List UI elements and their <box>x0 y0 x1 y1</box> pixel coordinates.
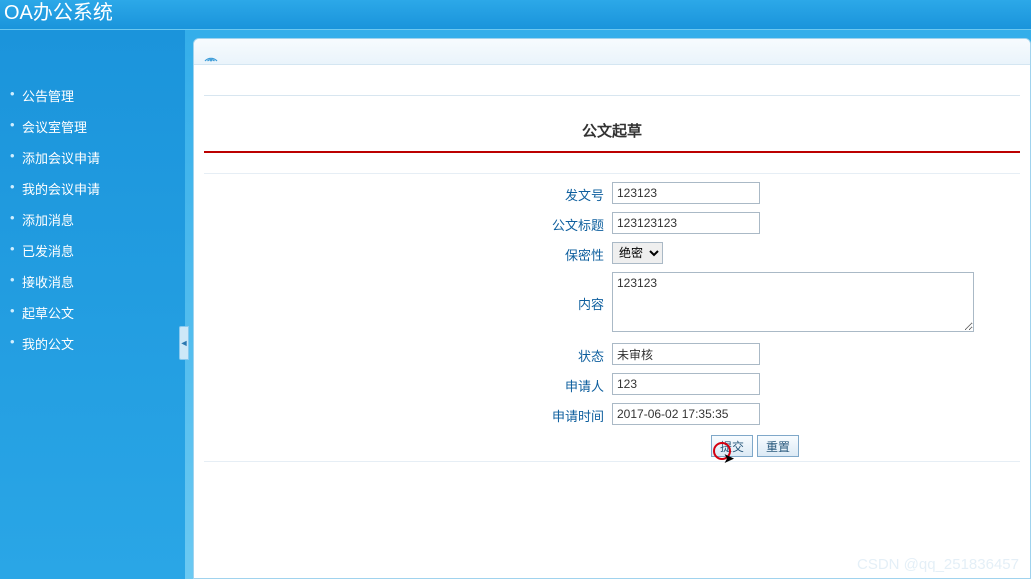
page-title: 公文起草 <box>204 96 1020 151</box>
sidebar-item-add-message[interactable]: 添加消息 <box>0 204 185 235</box>
sidebar-collapse-handle[interactable]: ◄ <box>179 326 189 360</box>
input-status[interactable] <box>612 343 760 365</box>
sidebar-item-announcement[interactable]: 公告管理 <box>0 80 185 111</box>
submit-button[interactable]: 提交 <box>711 435 753 457</box>
input-apply-time[interactable] <box>612 403 760 425</box>
app-title: OA办公系统 <box>4 2 113 24</box>
reset-button[interactable]: 重置 <box>757 435 799 457</box>
sidebar-item-add-meeting[interactable]: 添加会议申请 <box>0 142 185 173</box>
label-apply-time: 申请时间 <box>204 403 612 425</box>
input-doc-number[interactable] <box>612 182 760 204</box>
textarea-content[interactable] <box>612 272 974 332</box>
label-secrecy: 保密性 <box>204 242 612 264</box>
sidebar-item-receive-message[interactable]: 接收消息 <box>0 266 185 297</box>
rss-icon <box>204 50 218 60</box>
sidebar-item-sent-message[interactable]: 已发消息 <box>0 235 185 266</box>
input-applicant[interactable] <box>612 373 760 395</box>
label-content: 内容 <box>204 294 612 313</box>
sidebar-item-meeting-room[interactable]: 会议室管理 <box>0 111 185 142</box>
label-applicant: 申请人 <box>204 373 612 395</box>
label-doc-title: 公文标题 <box>204 212 612 234</box>
panel-tabbar <box>194 39 1030 65</box>
sidebar: 公告管理 会议室管理 添加会议申请 我的会议申请 添加消息 已发消息 接收消息 … <box>0 30 185 579</box>
app-header: OA办公系统 <box>0 0 1031 30</box>
sidebar-item-my-doc[interactable]: 我的公文 <box>0 328 185 359</box>
watermark: CSDN @qq_251836457 <box>857 556 1019 573</box>
label-status: 状态 <box>204 343 612 365</box>
title-underline <box>204 151 1020 153</box>
label-doc-number: 发文号 <box>204 182 612 204</box>
draft-form: 发文号 公文标题 保密性 绝密 <box>204 173 1020 462</box>
select-secrecy[interactable]: 绝密 <box>612 242 663 264</box>
chevron-left-icon: ◄ <box>180 338 189 348</box>
sidebar-item-draft-doc[interactable]: 起草公文 <box>0 297 185 328</box>
sidebar-item-my-meeting[interactable]: 我的会议申请 <box>0 173 185 204</box>
input-doc-title[interactable] <box>612 212 760 234</box>
main-panel: 公文起草 发文号 公文标题 保密性 <box>193 38 1031 579</box>
